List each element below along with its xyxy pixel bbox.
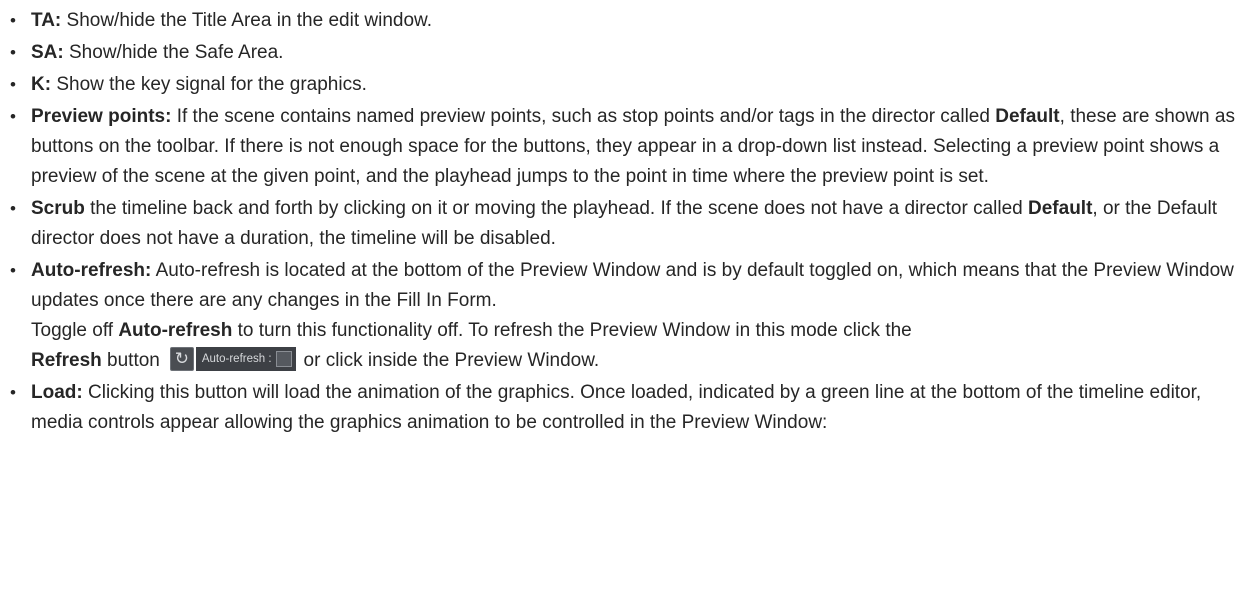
bold-refresh: Refresh (31, 350, 102, 371)
line2-text-a: Toggle off (31, 320, 119, 341)
list-item-k: K: Show the key signal for the graphics. (8, 70, 1236, 100)
desc-ta: Show/hide the Title Area in the edit win… (61, 10, 432, 31)
bullet-list: TA: Show/hide the Title Area in the edit… (8, 6, 1236, 438)
document-body: TA: Show/hide the Title Area in the edit… (0, 0, 1248, 438)
desc-k: Show the key signal for the graphics. (51, 74, 367, 95)
term-ta: TA: (31, 10, 62, 31)
term-sa: SA: (31, 42, 64, 63)
list-item-preview-points: Preview points: If the scene contains na… (8, 102, 1236, 192)
bold-auto-refresh: Auto-refresh (118, 320, 233, 341)
desc-load: Clicking this button will load the anima… (31, 382, 1202, 433)
term-k: K: (31, 74, 52, 95)
term-preview-points: Preview points: (31, 106, 172, 127)
auto-refresh-line-2: Toggle off Auto-refresh to turn this fun… (31, 316, 1236, 346)
bold-default: Default (995, 106, 1060, 127)
auto-refresh-widget-image: ↻ Auto-refresh : (169, 346, 296, 371)
desc-scrub-a: the timeline back and forth by clicking … (84, 198, 1029, 219)
desc-preview-points-a: If the scene contains named preview poin… (171, 106, 996, 127)
desc-sa: Show/hide the Safe Area. (63, 42, 284, 63)
line3-text-a: button (101, 350, 160, 371)
refresh-icon: ↻ (169, 346, 194, 371)
term-scrub: Scrub (31, 198, 85, 219)
list-item-ta: TA: Show/hide the Title Area in the edit… (8, 6, 1236, 36)
auto-refresh-line-3: Refresh button ↻ Auto-refresh : or click in… (31, 346, 1236, 376)
line2-text-b: to turn this functionality off. To refre… (232, 320, 912, 341)
line3-text-b: or click inside the Preview Window. (303, 350, 600, 371)
term-auto-refresh: Auto-refresh: (31, 260, 152, 281)
list-item-scrub: Scrub the timeline back and forth by cli… (8, 194, 1236, 254)
auto-refresh-toggle-bar: Auto-refresh : (195, 346, 296, 371)
bold-default: Default (1028, 198, 1093, 219)
list-item-auto-refresh: Auto-refresh: Auto-refresh is located at… (8, 256, 1236, 376)
list-item-sa: SA: Show/hide the Safe Area. (8, 38, 1236, 68)
list-item-load: Load: Clicking this button will load the… (8, 378, 1236, 438)
auto-refresh-checkbox (275, 350, 292, 367)
desc-auto-refresh: Auto-refresh is located at the bottom of… (31, 260, 1234, 311)
auto-refresh-widget-label: Auto-refresh : (201, 352, 272, 365)
term-load: Load: (31, 382, 83, 403)
